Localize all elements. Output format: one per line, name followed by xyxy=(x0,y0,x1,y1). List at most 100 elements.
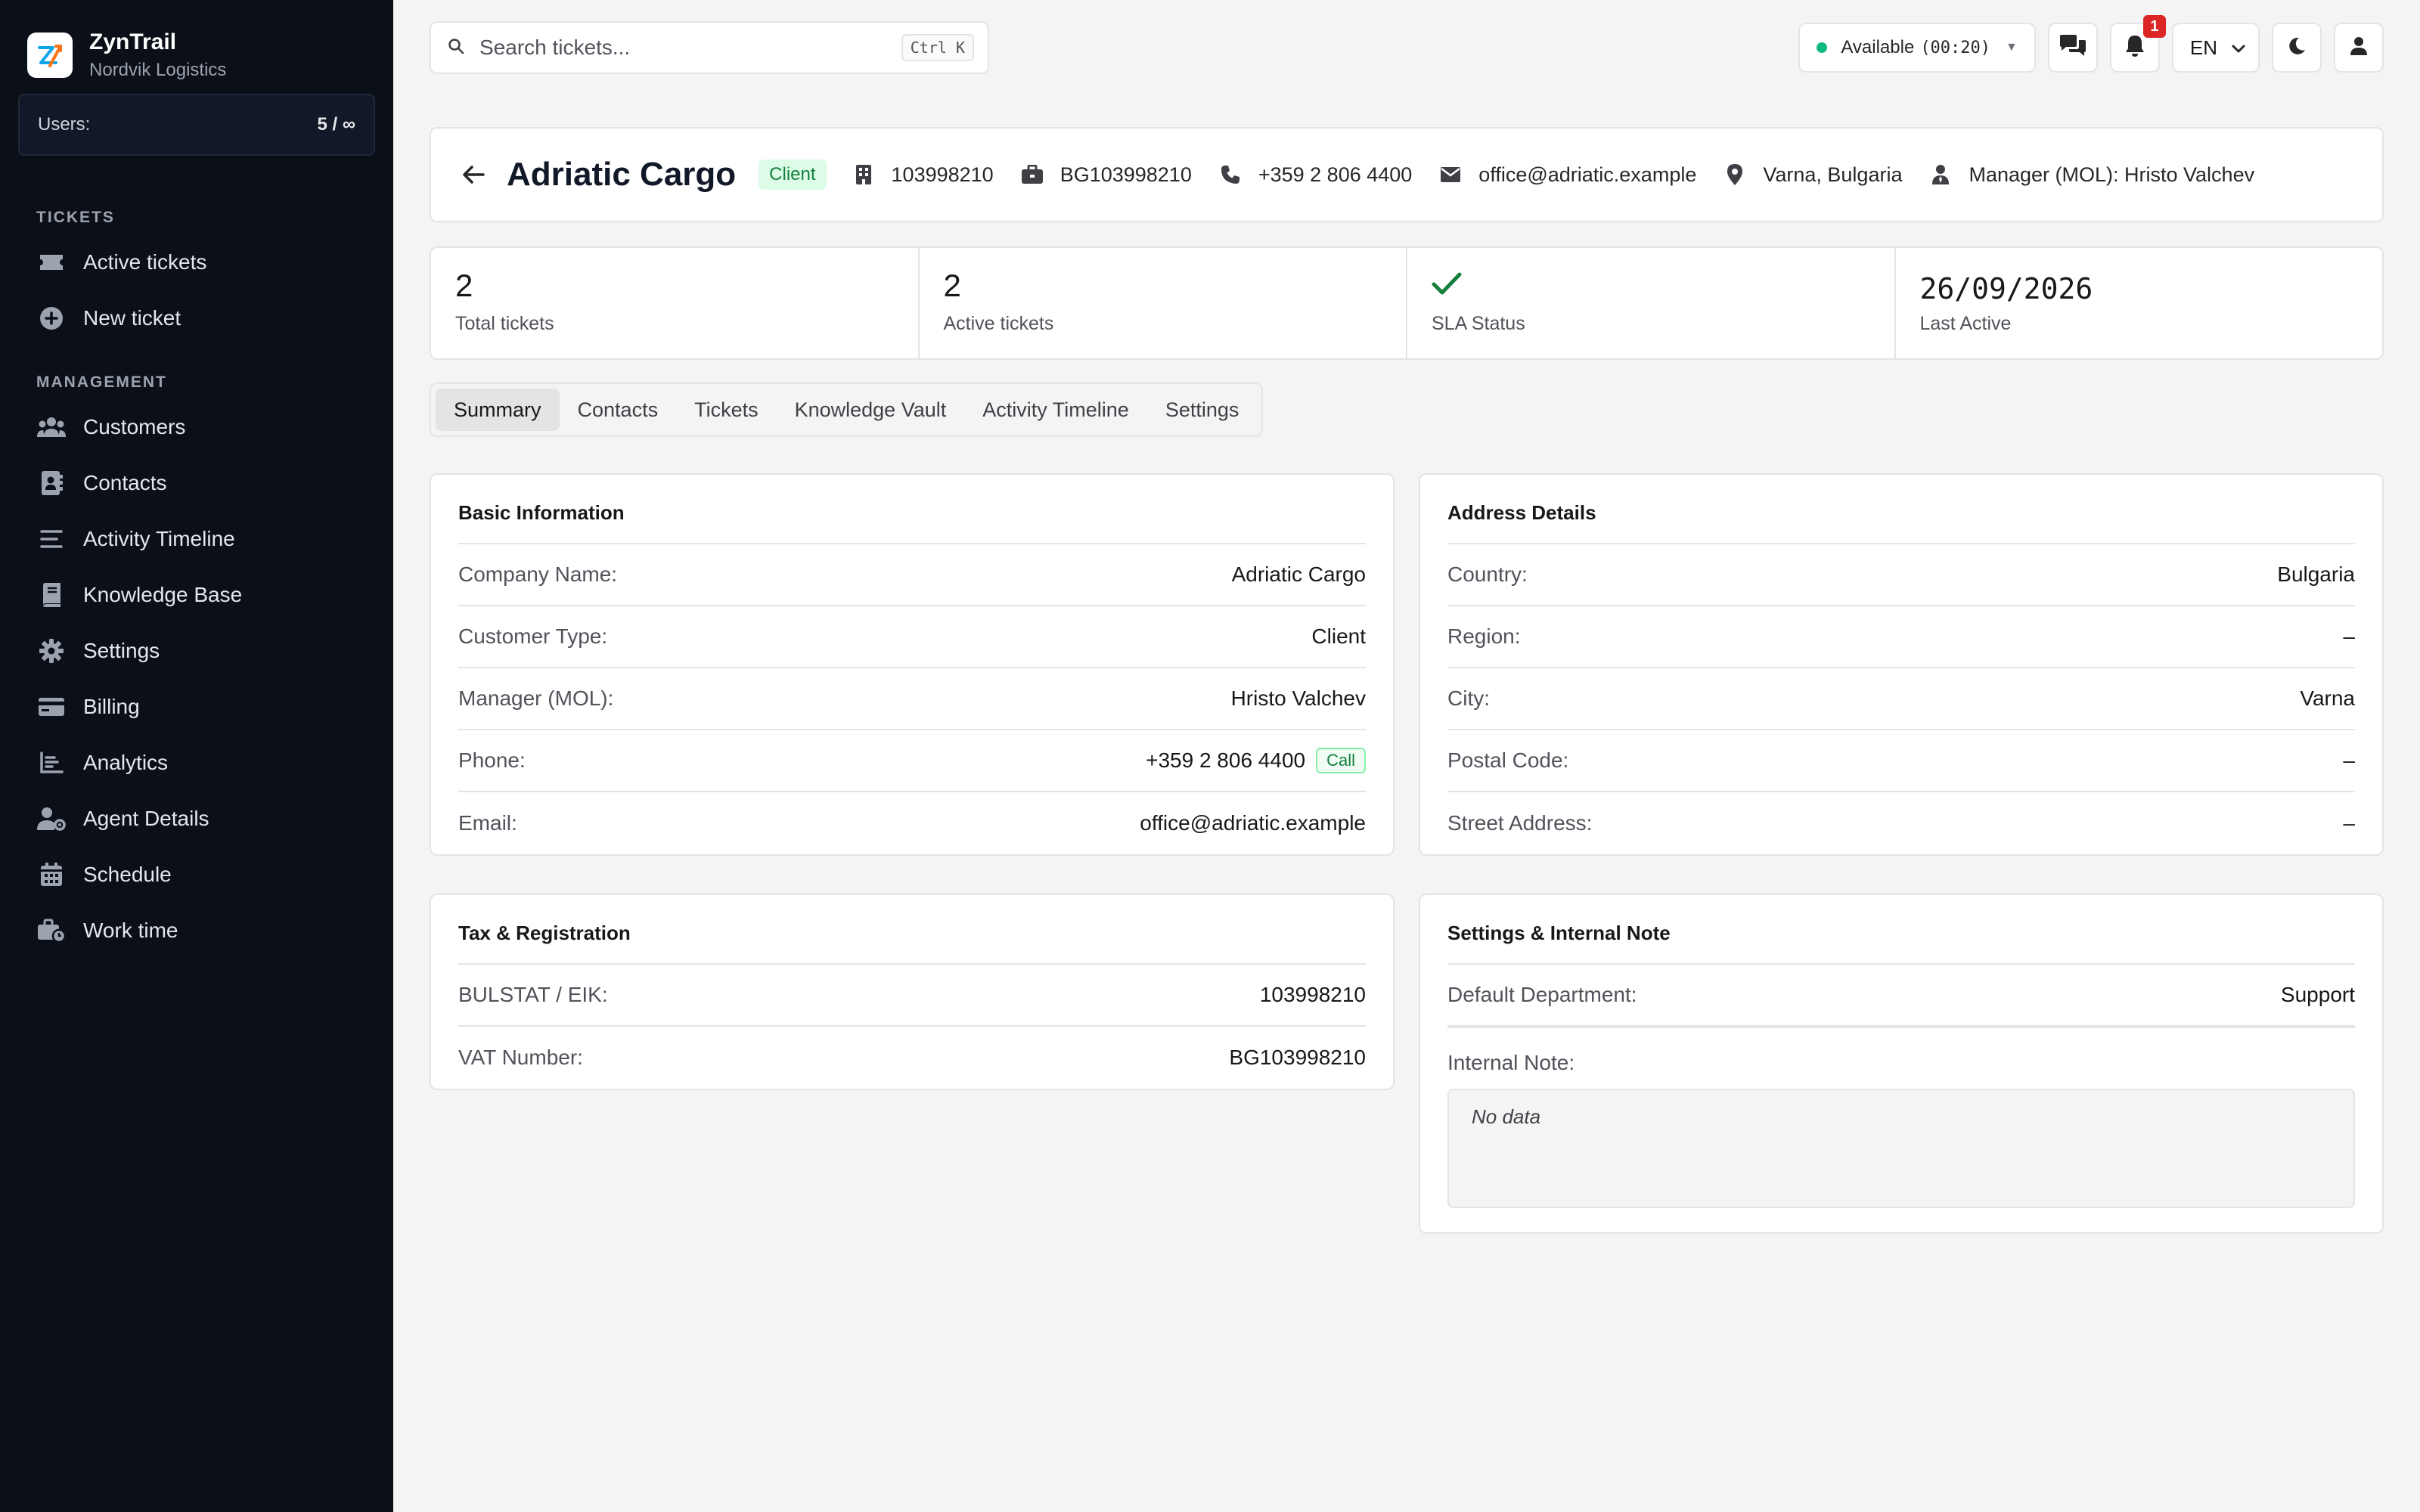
brand[interactable]: ZynTrail Nordvik Logistics xyxy=(0,0,393,91)
back-arrow-icon[interactable] xyxy=(458,160,489,190)
gear-icon xyxy=(36,636,67,666)
sidebar-item-label: Billing xyxy=(83,695,140,718)
users-count: Users: 5 / ∞ xyxy=(18,94,375,156)
meta-phone-value: +359 2 806 4400 xyxy=(1258,163,1413,186)
status-label: Available xyxy=(1841,37,1915,57)
search-placeholder: Search tickets... xyxy=(479,36,631,59)
address-book-icon xyxy=(36,468,67,498)
basic-information-card: Basic Information Company Name: Adriatic… xyxy=(430,473,1395,856)
card-title: Basic Information xyxy=(458,475,1366,544)
location-pin-icon xyxy=(1723,163,1746,186)
status-timer: (00:20) xyxy=(1920,38,1991,57)
sidebar-item-work-time[interactable]: Work time xyxy=(0,903,393,959)
users-icon xyxy=(36,412,67,442)
theme-toggle-button[interactable] xyxy=(2272,23,2322,73)
sidebar-item-label: Knowledge Base xyxy=(83,583,243,606)
tab-settings[interactable]: Settings xyxy=(1147,389,1258,431)
info-row: Email: office@adriatic.example xyxy=(458,792,1366,854)
row-value: Support xyxy=(2280,983,2355,1006)
ticket-icon xyxy=(36,247,67,277)
book-icon xyxy=(36,580,67,610)
sidebar-item-billing[interactable]: Billing xyxy=(0,679,393,735)
stat-value: 26/09/2026 xyxy=(1919,272,2093,305)
customer-tabs: Summary Contacts Tickets Knowledge Vault… xyxy=(430,383,1264,437)
row-value: Client xyxy=(1311,624,1366,648)
search-shortcut: Ctrl K xyxy=(901,34,974,61)
info-row: Company Name: Adriatic Cargo xyxy=(458,544,1366,606)
tab-activity-timeline[interactable]: Activity Timeline xyxy=(964,389,1147,431)
tab-tickets[interactable]: Tickets xyxy=(676,389,777,431)
info-row: VAT Number: BG103998210 xyxy=(458,1027,1366,1089)
info-row: Postal Code: – xyxy=(1447,730,2355,792)
stat-label: Active tickets xyxy=(943,313,1054,334)
credit-card-icon xyxy=(36,692,67,722)
notification-badge: 1 xyxy=(2142,15,2166,38)
row-key: Customer Type: xyxy=(458,624,608,648)
chevron-down-icon xyxy=(2231,36,2246,60)
info-row: Region: – xyxy=(1447,606,2355,668)
sidebar-item-customers[interactable]: Customers xyxy=(0,399,393,455)
row-value: BG103998210 xyxy=(1229,1046,1366,1069)
search-icon xyxy=(448,38,464,58)
row-value[interactable]: office@adriatic.example xyxy=(1140,811,1366,835)
plus-circle-icon xyxy=(36,303,67,333)
row-value: – xyxy=(2343,748,2355,772)
topbar: Search tickets... Ctrl K Available (00:2… xyxy=(393,0,2420,95)
row-value: – xyxy=(2343,624,2355,648)
row-key: Phone: xyxy=(458,748,526,772)
chat-button[interactable] xyxy=(2047,23,2098,73)
sidebar-item-settings[interactable]: Settings xyxy=(0,623,393,679)
sidebar-item-new-ticket[interactable]: New ticket xyxy=(0,290,393,346)
app-logo-icon xyxy=(27,33,73,78)
info-row: Country: Bulgaria xyxy=(1447,544,2355,606)
meta-phone[interactable]: +359 2 806 4400 xyxy=(1219,163,1412,187)
sidebar-item-analytics[interactable]: Analytics xyxy=(0,735,393,791)
meta-email[interactable]: office@adriatic.example xyxy=(1439,163,1696,187)
internal-note-field[interactable]: No data xyxy=(1447,1089,2355,1208)
main-content: Search tickets... Ctrl K Available (00:2… xyxy=(393,0,2420,1512)
sidebar-item-activity-timeline[interactable]: Activity Timeline xyxy=(0,511,393,567)
stat-sla-status: SLA Status xyxy=(1407,248,1896,358)
info-row: Street Address: – xyxy=(1447,792,2355,854)
row-key: City: xyxy=(1447,686,1490,710)
tab-summary[interactable]: Summary xyxy=(436,389,560,431)
check-icon xyxy=(1432,268,1462,303)
row-key: Street Address: xyxy=(1447,811,1593,835)
user-menu-button[interactable] xyxy=(2334,23,2384,73)
sidebar-item-knowledge-base[interactable]: Knowledge Base xyxy=(0,567,393,623)
sidebar-item-label: Activity Timeline xyxy=(83,527,235,550)
sidebar-item-schedule[interactable]: Schedule xyxy=(0,847,393,903)
sidebar-item-label: Work time xyxy=(83,919,178,942)
row-value: Adriatic Cargo xyxy=(1231,562,1366,586)
sidebar-item-label: Customers xyxy=(83,415,186,438)
internal-note-value: No data xyxy=(1472,1105,1541,1128)
caret-down-icon: ▼ xyxy=(2006,41,2018,54)
tab-contacts[interactable]: Contacts xyxy=(560,389,677,431)
customer-name: Adriatic Cargo xyxy=(507,156,737,193)
language-select[interactable]: EN xyxy=(2171,23,2260,73)
stat-value: 2 xyxy=(943,268,961,303)
card-title: Settings & Internal Note xyxy=(1447,895,2355,965)
meta-location: Varna, Bulgaria xyxy=(1723,163,1902,187)
row-value: Hristo Valchev xyxy=(1230,686,1366,710)
row-key: VAT Number: xyxy=(458,1046,583,1069)
row-key: Email: xyxy=(458,811,517,835)
row-value: +359 2 806 4400 Call xyxy=(1146,748,1366,773)
sidebar-item-active-tickets[interactable]: Active tickets xyxy=(0,234,393,290)
sidebar-item-label: Analytics xyxy=(83,751,169,774)
sidebar-item-agent-details[interactable]: Agent Details xyxy=(0,791,393,847)
call-button[interactable]: Call xyxy=(1316,748,1366,773)
sidebar-item-label: Settings xyxy=(83,639,160,662)
phone-icon xyxy=(1219,163,1242,186)
search-input[interactable]: Search tickets... Ctrl K xyxy=(430,21,989,74)
availability-status-button[interactable]: Available (00:20) ▼ xyxy=(1798,23,2036,73)
tab-knowledge-vault[interactable]: Knowledge Vault xyxy=(777,389,965,431)
user-icon xyxy=(2350,36,2368,60)
row-key: Default Department: xyxy=(1447,983,1637,1006)
org-name: Nordvik Logistics xyxy=(89,60,227,80)
calendar-icon xyxy=(36,860,67,890)
sidebar-item-contacts[interactable]: Contacts xyxy=(0,455,393,511)
customer-type-badge: Client xyxy=(759,160,827,190)
list-icon xyxy=(36,524,67,554)
notifications-button[interactable]: 1 xyxy=(2109,15,2166,73)
